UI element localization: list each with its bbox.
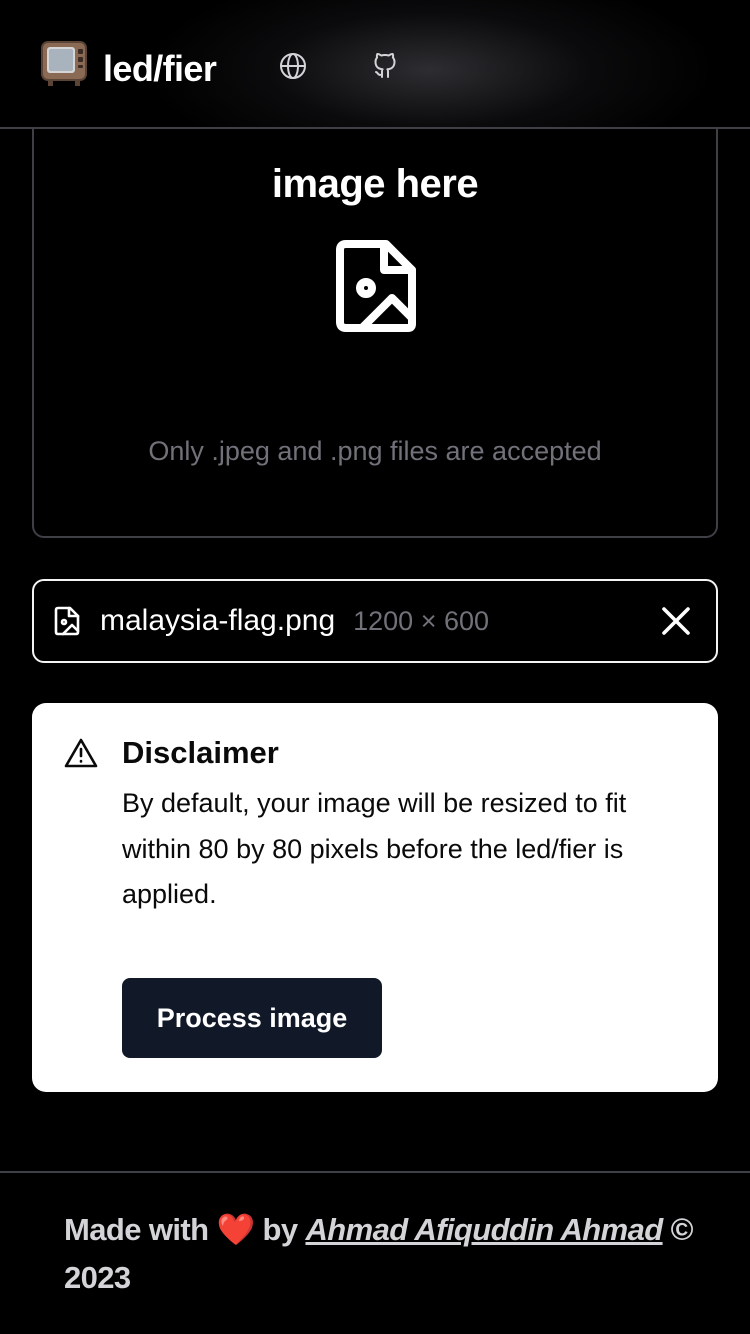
footer-copyright: ©	[670, 1212, 694, 1247]
file-image-icon	[336, 240, 416, 332]
dropzone-title: image here	[271, 162, 479, 206]
disclaimer-card: Disclaimer By default, your image will b…	[32, 703, 718, 1092]
process-image-button[interactable]: Process image	[122, 978, 382, 1058]
tv-logo-icon[interactable]	[40, 40, 88, 88]
close-icon	[662, 607, 690, 635]
heart-icon: ❤️	[216, 1212, 255, 1247]
file-dimensions: 1200 × 600	[353, 605, 490, 636]
file-image-icon	[54, 606, 80, 636]
github-icon[interactable]	[371, 52, 399, 80]
file-name: malaysia-flag.png	[100, 604, 336, 637]
footer-divider	[0, 1171, 750, 1173]
author-link[interactable]: Ahmad Afiquddin Ahmad	[305, 1212, 663, 1247]
dropzone-hint: Only .jpeg and .png files are accepted	[148, 436, 602, 466]
remove-file-button[interactable]	[656, 601, 696, 641]
image-dropzone[interactable]: image here Only .jpeg and .png files are…	[32, 60, 718, 538]
brand-name[interactable]: led/fier	[103, 48, 217, 90]
selected-file: malaysia-flag.png 1200 × 600	[32, 579, 718, 663]
footer-made-with: Made with	[64, 1212, 209, 1247]
footer-credit: Made with ❤️ by Ahmad Afiquddin Ahmad © …	[64, 1206, 704, 1302]
top-navbar: led/fier	[0, 0, 750, 129]
page: image here Only .jpeg and .png files are…	[0, 0, 750, 1334]
disclaimer-title: Disclaimer	[122, 735, 279, 770]
footer-year: 2023	[64, 1260, 131, 1295]
globe-icon[interactable]	[279, 52, 307, 80]
disclaimer-text: By default, your image will be resized t…	[122, 788, 627, 909]
header-glow	[150, 0, 710, 127]
footer-by: by	[262, 1212, 298, 1247]
warning-triangle-icon	[64, 738, 98, 768]
